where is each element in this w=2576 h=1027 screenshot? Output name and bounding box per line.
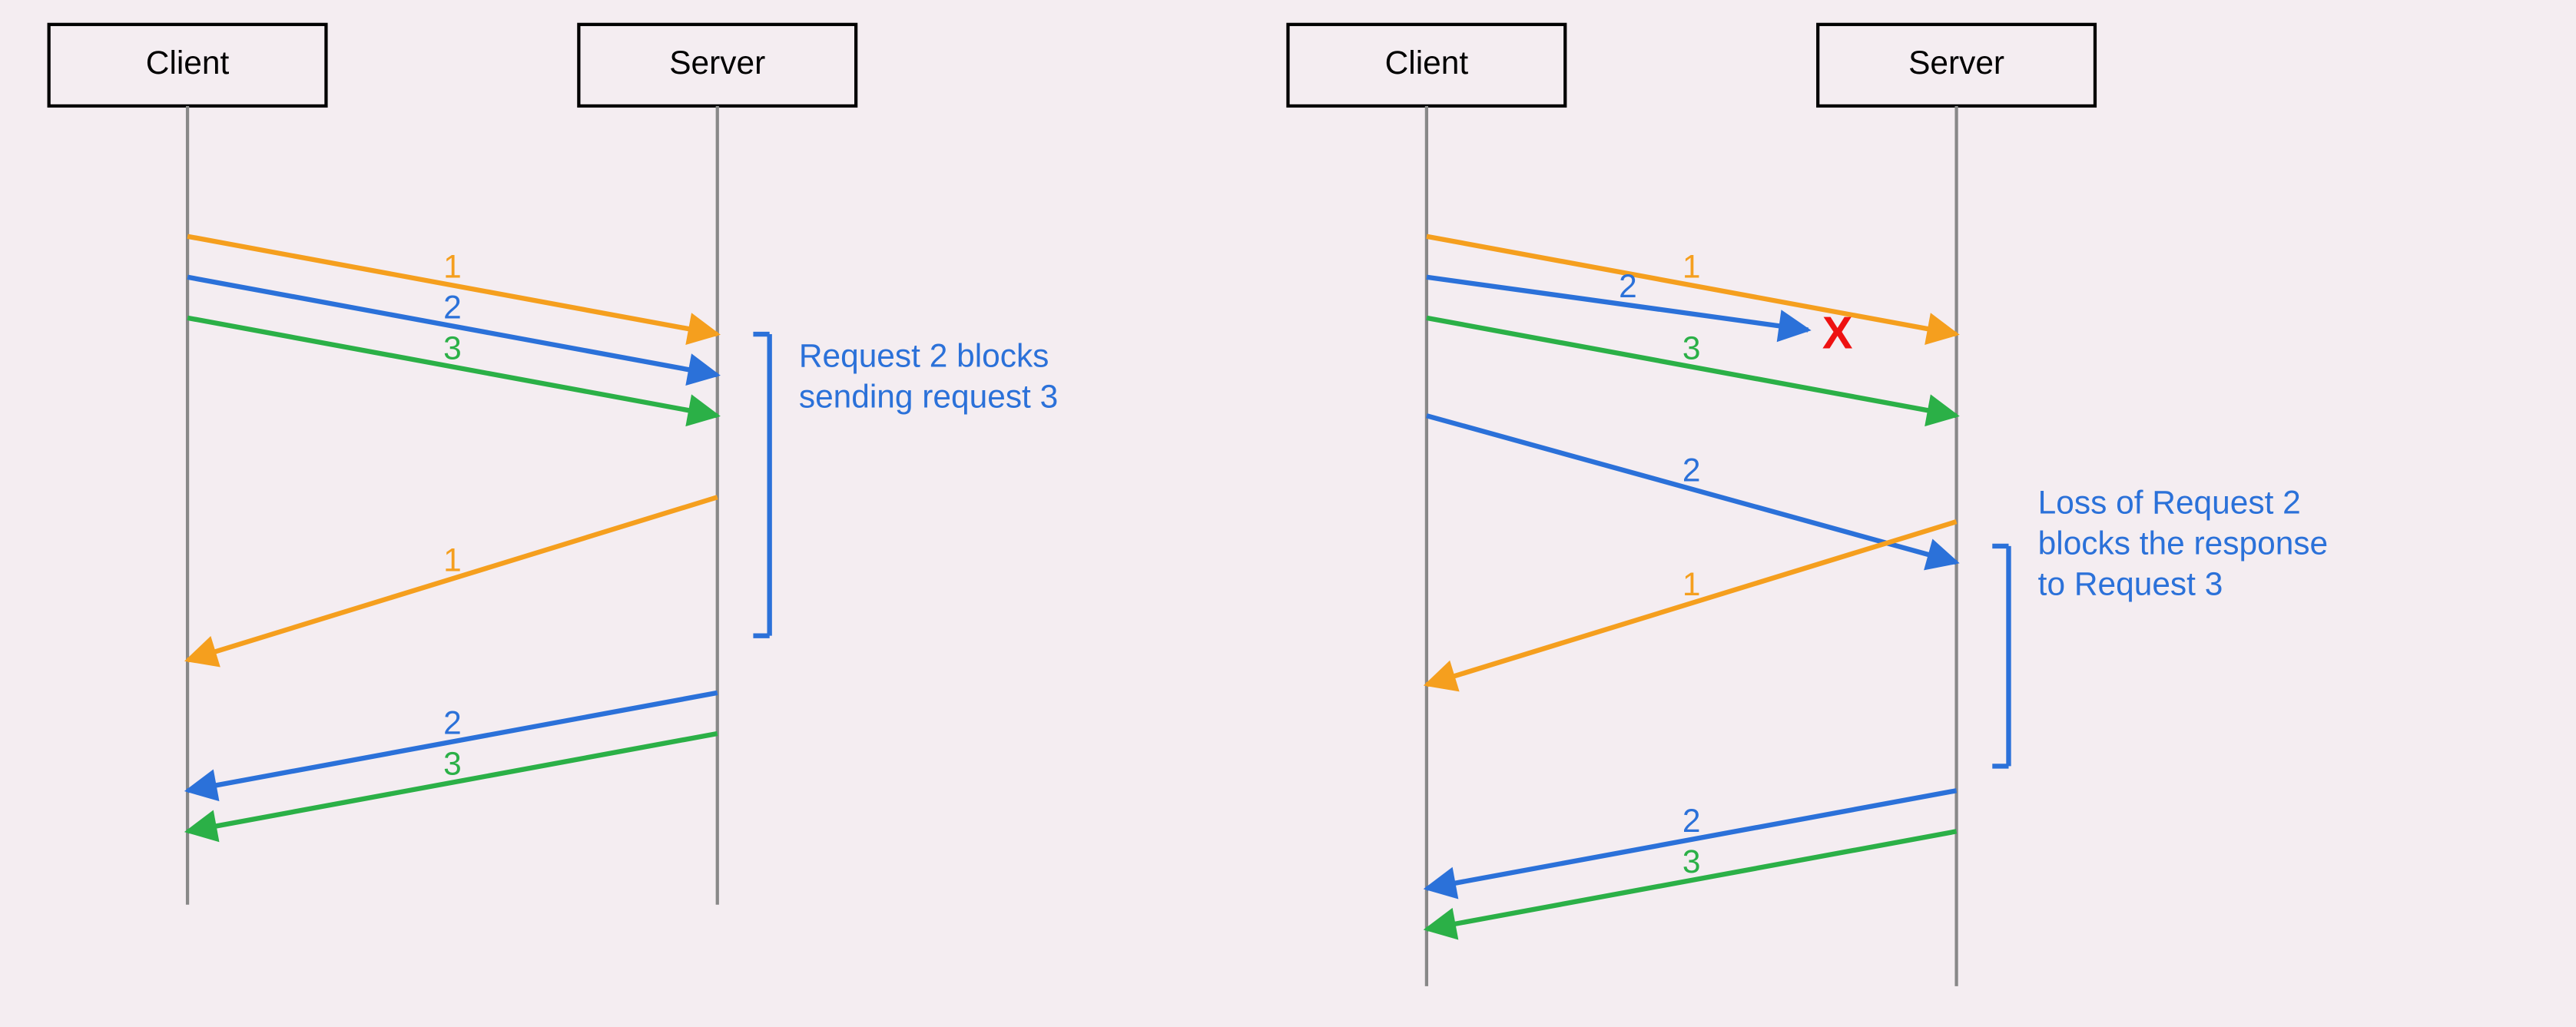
annotation-left: Request 2 blocks sending request 3 xyxy=(753,334,1058,636)
message-label-req2: 2 xyxy=(443,289,462,325)
sequence-diagram: Client Server 1 2 3 1 2 3 Request 2 blocks se… xyxy=(0,0,2576,1027)
message-res1 xyxy=(1427,522,1957,684)
message-req2-retry xyxy=(1427,416,1957,562)
message-label-res1: 1 xyxy=(1683,566,1701,602)
message-label-req3: 3 xyxy=(443,330,462,366)
server-label: Server xyxy=(1908,45,2004,81)
server-node: Server xyxy=(579,25,856,905)
client-label: Client xyxy=(146,45,230,81)
failure-x-icon: X xyxy=(1822,307,1853,359)
annotation-line1: Request 2 blocks xyxy=(799,337,1049,373)
annotation-line2: blocks the response xyxy=(2038,525,2328,562)
message-label-res2: 2 xyxy=(443,705,462,741)
annotation-line1: Loss of Request 2 xyxy=(2038,484,2301,520)
annotation-line2: sending request 3 xyxy=(799,379,1058,415)
message-label-res1: 1 xyxy=(443,542,462,578)
message-label-req1: 1 xyxy=(443,248,462,284)
annotation-right: Loss of Request 2 blocks the response to… xyxy=(1992,484,2328,766)
message-label-res3: 3 xyxy=(1683,843,1701,880)
client-node: Client xyxy=(1288,25,1566,986)
message-label-res2: 2 xyxy=(1683,803,1701,839)
panel-left: Client Server 1 2 3 1 2 3 Request 2 blocks se… xyxy=(49,25,1059,905)
messages-right: 1 2 X 3 2 1 2 3 xyxy=(1427,237,1957,929)
panel-right: Client Server 1 2 X 3 2 1 2 3 Loss of Request 2… xyxy=(1288,25,2329,986)
messages-left: 1 2 3 1 2 3 xyxy=(187,237,718,832)
client-label: Client xyxy=(1385,45,1469,81)
message-req2-fail xyxy=(1427,277,1809,330)
server-label: Server xyxy=(669,45,765,81)
message-label-req3: 3 xyxy=(1683,330,1701,366)
message-label-res3: 3 xyxy=(443,746,462,782)
message-label-req2-fail: 2 xyxy=(1619,268,1637,304)
message-label-req2-retry: 2 xyxy=(1683,452,1701,489)
message-label-req1: 1 xyxy=(1683,248,1701,284)
annotation-line3: to Request 3 xyxy=(2038,566,2223,602)
message-res1 xyxy=(187,497,718,660)
